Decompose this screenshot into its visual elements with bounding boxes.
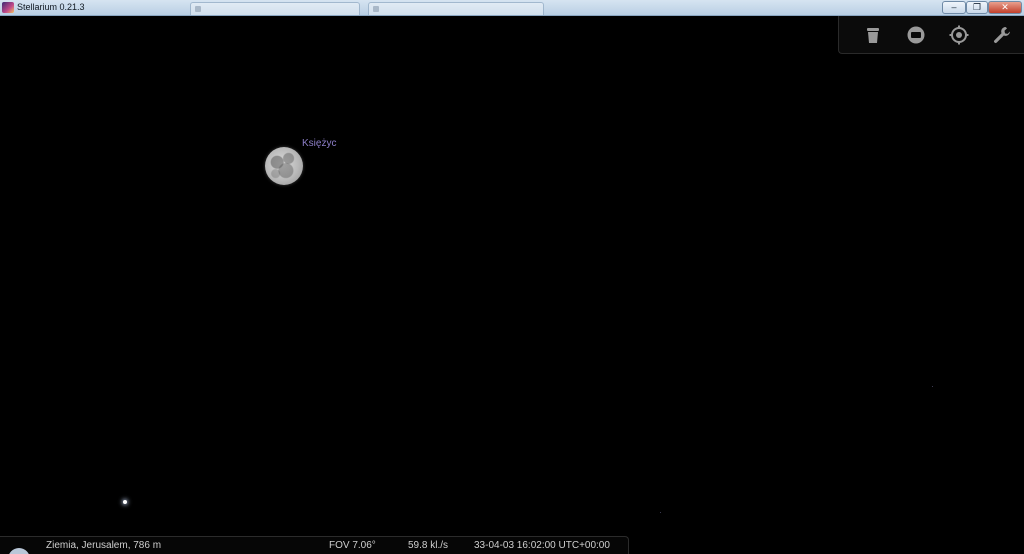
- window-title: Stellarium 0.21.3: [17, 2, 85, 12]
- target-button[interactable]: [948, 24, 970, 46]
- title-bar: Stellarium 0.21.3 – ❐ ✕: [0, 0, 1024, 16]
- rectangle-toggle-button[interactable]: [905, 24, 927, 46]
- trash-icon: [867, 28, 879, 43]
- faint-star: [660, 512, 661, 513]
- minimize-icon: –: [951, 2, 957, 12]
- restore-icon: ❐: [972, 2, 982, 12]
- close-button[interactable]: ✕: [988, 1, 1022, 14]
- moon-object[interactable]: [265, 147, 303, 185]
- datetime-readout: 33-04-03 16:02:00 UTC+00:00: [474, 540, 610, 551]
- moon-label: Księżyc: [302, 138, 337, 149]
- fov-readout: FOV 7.06°: [329, 540, 376, 551]
- wrench-icon: [994, 27, 1010, 43]
- faint-star: [932, 386, 933, 387]
- fps-readout: 59.8 kl./s: [408, 540, 449, 551]
- top-right-toolbar: [838, 16, 1024, 54]
- background-window-tab[interactable]: [368, 2, 544, 15]
- tab-favicon-icon: [373, 6, 379, 12]
- maximize-button[interactable]: ❐: [966, 1, 988, 14]
- minimize-button[interactable]: –: [942, 1, 966, 14]
- target-crosshair-icon: [949, 25, 969, 45]
- background-window-tab[interactable]: [190, 2, 360, 15]
- location-readout: Ziemia, Jerusalem, 786 m: [46, 540, 162, 551]
- close-icon: ✕: [1001, 2, 1009, 12]
- stellarium-window: Stellarium 0.21.3 – ❐ ✕ Księżyc Ziemia, …: [0, 0, 1024, 554]
- stellarium-app-icon: [2, 2, 14, 13]
- tab-favicon-icon: [195, 6, 201, 12]
- settings-wrench-button[interactable]: [991, 24, 1013, 46]
- bright-star[interactable]: [123, 500, 127, 504]
- rectangle-toggle-icon: [907, 26, 925, 44]
- trash-button[interactable]: [862, 24, 884, 46]
- status-bar: Ziemia, Jerusalem, 786 m FOV 7.06° 59.8 …: [0, 536, 629, 554]
